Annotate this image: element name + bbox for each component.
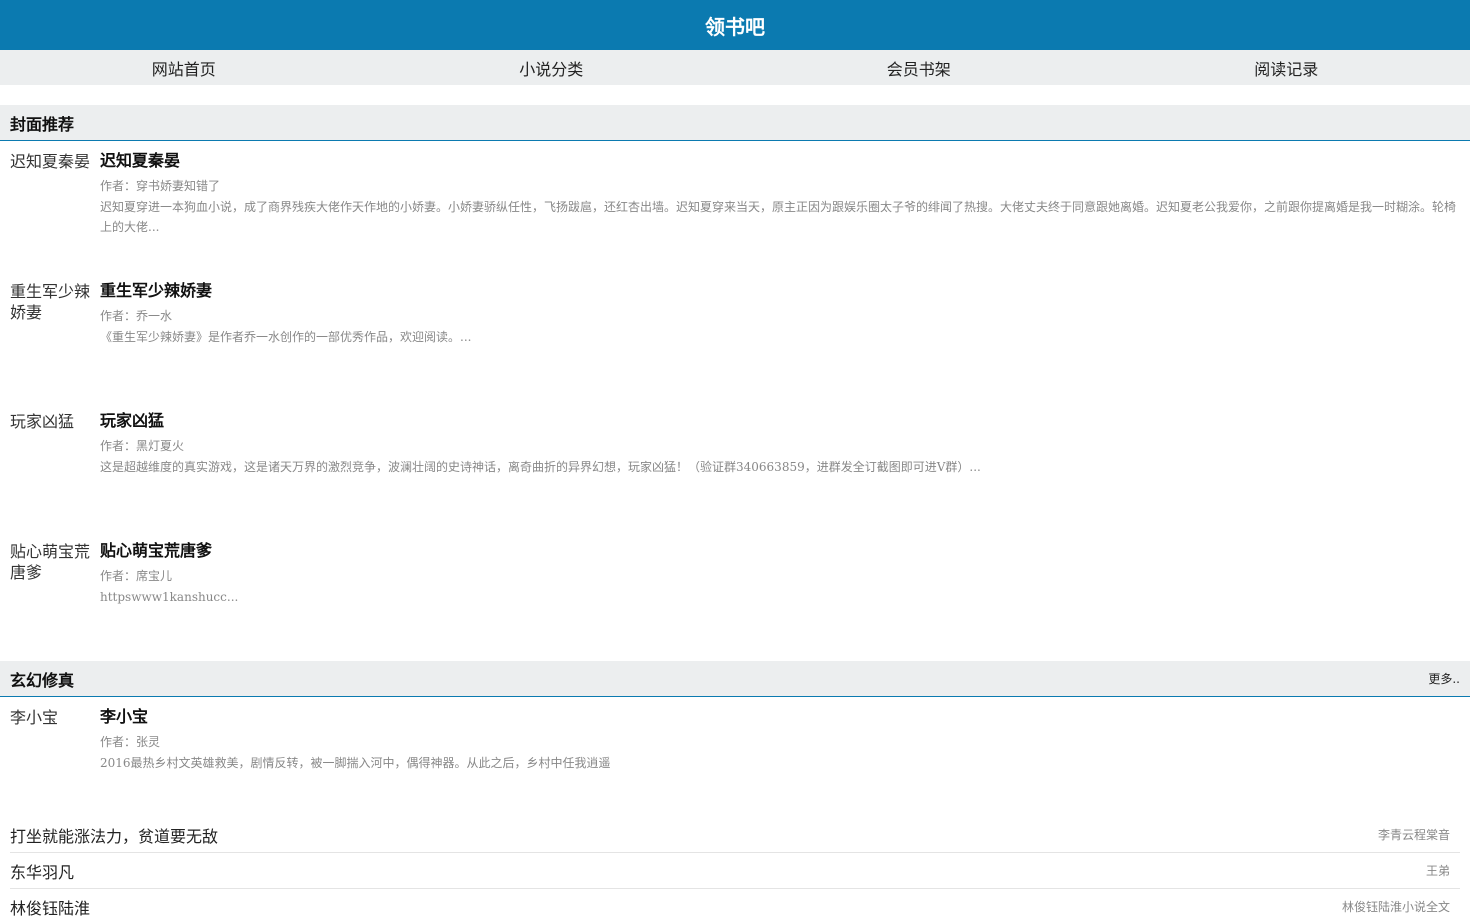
- book-item: 迟知夏秦晏 迟知夏秦晏 作者：穿书娇妻知错了 迟知夏穿进一本狗血小说，成了商界残…: [0, 141, 1470, 271]
- section-header: 玄幻修真 更多..: [0, 661, 1470, 697]
- list-item[interactable]: 林俊钰陆淮 林俊钰陆淮小说全文: [10, 889, 1460, 923]
- fantasy-section: 玄幻修真 更多.. 李小宝 李小宝 作者：张灵 2016最热乡村文英雄救美，剧情…: [0, 661, 1470, 923]
- book-desc: 2016最热乡村文英雄救美，剧情反转，被一脚揣入河中，偶得神器。从此之后，乡村中…: [100, 756, 611, 770]
- book-info: 重生军少辣娇妻 作者：乔一水 《重生军少辣娇妻》是作者乔一水创作的一部优秀作品，…: [100, 281, 1460, 401]
- book-cover-image[interactable]: 玩家凶猛: [10, 411, 100, 531]
- more-link[interactable]: 更多..: [1428, 670, 1460, 687]
- book-title[interactable]: 贴心萌宝荒唐爹: [100, 541, 1456, 561]
- cover-recommend-section: 封面推荐 迟知夏秦晏 迟知夏秦晏 作者：穿书娇妻知错了 迟知夏穿进一本狗血小说，…: [0, 105, 1470, 661]
- main-nav: 网站首页 小说分类 会员书架 阅读记录: [0, 50, 1470, 85]
- book-item: 贴心萌宝荒唐爹 贴心萌宝荒唐爹 作者：席宝儿 httpswww1kanshucc…: [0, 531, 1470, 661]
- book-title[interactable]: 重生军少辣娇妻: [100, 281, 1456, 301]
- list-item[interactable]: 东华羽凡 王弟: [10, 853, 1460, 889]
- book-list: 打坐就能涨法力，贫道要无敌 李青云程棠音 东华羽凡 王弟 林俊钰陆淮 林俊钰陆淮…: [0, 817, 1470, 923]
- book-desc: 迟知夏穿进一本狗血小说，成了商界残疾大佬作天作地的小娇妻。小娇妻骄纵任性，飞扬跋…: [100, 200, 1457, 234]
- book-cover-alt: 玩家凶猛: [10, 412, 75, 431]
- book-author: 作者：乔一水: [100, 309, 173, 323]
- book-info: 贴心萌宝荒唐爹 作者：席宝儿 httpswww1kanshucc...: [100, 541, 1460, 661]
- section-title: 封面推荐: [10, 114, 75, 134]
- book-cover-alt: 贴心萌宝荒唐爹: [10, 542, 91, 582]
- site-header: 领书吧: [0, 0, 1470, 50]
- book-info: 迟知夏秦晏 作者：穿书娇妻知错了 迟知夏穿进一本狗血小说，成了商界残疾大佬作天作…: [100, 151, 1460, 271]
- book-author: 作者：黑灯夏火: [100, 439, 185, 453]
- nav-categories[interactable]: 小说分类: [368, 50, 736, 85]
- book-desc: 《重生军少辣娇妻》是作者乔一水创作的一部优秀作品，欢迎阅读。...: [100, 330, 472, 344]
- book-cover-image[interactable]: 李小宝: [10, 707, 100, 827]
- book-info: 玩家凶猛 作者：黑灯夏火 这是超越维度的真实游戏，这是诸天万界的激烈竞争，波澜壮…: [100, 411, 1460, 531]
- book-item: 玩家凶猛 玩家凶猛 作者：黑灯夏火 这是超越维度的真实游戏，这是诸天万界的激烈竞…: [0, 401, 1470, 531]
- book-cover-alt: 李小宝: [10, 708, 59, 727]
- book-desc: httpswww1kanshucc...: [100, 590, 239, 604]
- section-title: 玄幻修真: [10, 670, 75, 690]
- book-desc: 这是超越维度的真实游戏，这是诸天万界的激烈竞争，波澜壮阔的史诗神话，离奇曲折的异…: [100, 460, 981, 474]
- list-item-author: 王弟: [1425, 864, 1450, 878]
- list-item-title[interactable]: 林俊钰陆淮: [10, 895, 90, 919]
- book-title[interactable]: 玩家凶猛: [100, 411, 1456, 431]
- book-author: 作者：穿书娇妻知错了: [100, 179, 221, 193]
- book-author: 作者：席宝儿: [100, 569, 173, 583]
- list-item-title[interactable]: 打坐就能涨法力，贫道要无敌: [10, 823, 218, 847]
- book-cover-image[interactable]: 贴心萌宝荒唐爹: [10, 541, 100, 661]
- list-item-title[interactable]: 东华羽凡: [10, 859, 74, 883]
- nav-home[interactable]: 网站首页: [0, 50, 368, 85]
- list-item-author: 李青云程棠音: [1377, 828, 1450, 842]
- book-author: 作者：张灵: [100, 735, 161, 749]
- site-title[interactable]: 领书吧: [705, 11, 765, 40]
- nav-bookshelf[interactable]: 会员书架: [735, 50, 1103, 85]
- book-item: 重生军少辣娇妻 重生军少辣娇妻 作者：乔一水 《重生军少辣娇妻》是作者乔一水创作…: [0, 271, 1470, 401]
- nav-history[interactable]: 阅读记录: [1103, 50, 1470, 85]
- list-item-author: 林俊钰陆淮小说全文: [1341, 900, 1450, 914]
- book-info: 李小宝 作者：张灵 2016最热乡村文英雄救美，剧情反转，被一脚揣入河中，偶得神…: [100, 707, 1460, 827]
- book-title[interactable]: 迟知夏秦晏: [100, 151, 1456, 171]
- book-cover-image[interactable]: 重生军少辣娇妻: [10, 281, 100, 401]
- book-cover-alt: 迟知夏秦晏: [10, 152, 91, 171]
- section-header: 封面推荐: [0, 105, 1470, 141]
- book-title[interactable]: 李小宝: [100, 707, 1456, 727]
- book-cover-image[interactable]: 迟知夏秦晏: [10, 151, 100, 271]
- book-cover-alt: 重生军少辣娇妻: [10, 282, 91, 322]
- book-item: 李小宝 李小宝 作者：张灵 2016最热乡村文英雄救美，剧情反转，被一脚揣入河中…: [0, 697, 1470, 827]
